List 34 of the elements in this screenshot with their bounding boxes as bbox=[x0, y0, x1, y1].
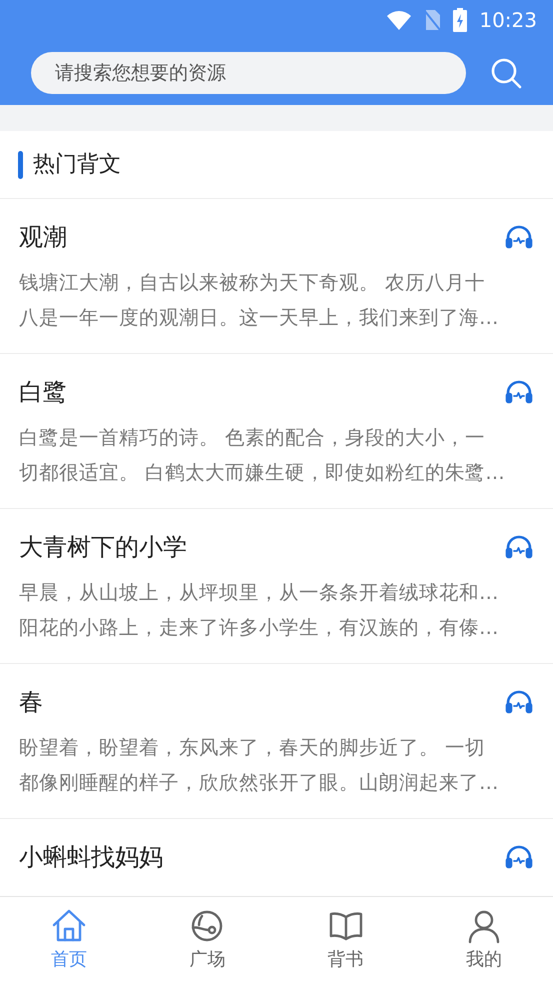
headphones-icon[interactable] bbox=[505, 535, 533, 559]
article-title: 大青树下的小学 bbox=[19, 532, 187, 563]
article-title: 小蝌蚪找妈妈 bbox=[19, 842, 163, 873]
article-title: 观潮 bbox=[19, 222, 67, 253]
article-card[interactable]: 大青树下的小学 早晨，从山坡上，从坪坝里，从一条条开着绒球花和… 阳花的小路上，走来了许多小学生，有汉族的，有傣… bbox=[0, 509, 553, 664]
headphones-icon[interactable] bbox=[505, 690, 533, 714]
battery-icon bbox=[453, 8, 468, 32]
status-time: 10:23 bbox=[479, 7, 537, 34]
article-card[interactable]: 白鹭 白鹭是一首精巧的诗。 色素的配合，身段的大小，一 切都很适宜。 白鹤太大而嫌生硬，即使如粉红的朱鹭… bbox=[0, 354, 553, 509]
nav-tab[interactable]: 广场 bbox=[138, 897, 276, 983]
search-field[interactable]: 请搜索您想要的资源 bbox=[31, 52, 466, 94]
home-icon bbox=[51, 908, 88, 944]
article-excerpt: 切都很适宜。 白鹤太大而嫌生硬，即使如粉红的朱鹭… bbox=[19, 460, 506, 486]
article-excerpt: 八是一年一度的观潮日。这一天早上，我们来到了海… bbox=[19, 305, 500, 331]
article-title: 春 bbox=[19, 687, 43, 718]
headphones-icon[interactable] bbox=[505, 225, 533, 249]
nav-tab[interactable]: 我的 bbox=[414, 897, 553, 983]
article-excerpt: 都像刚睡醒的样子，欣欣然张开了眼。山朗润起来了… bbox=[19, 770, 500, 796]
article-card[interactable]: 观潮 钱塘江大潮，自古以来被称为天下奇观。 农历八月十 八是一年一度的观潮日。这一天早上，我们来到了海… bbox=[0, 199, 553, 354]
article-excerpt: 钱塘江大潮，自古以来被称为天下奇观。 农历八月十 bbox=[19, 270, 486, 296]
section-marker bbox=[18, 150, 23, 178]
wifi-icon bbox=[387, 10, 412, 30]
no-sim-icon bbox=[423, 9, 442, 31]
headphones-icon[interactable] bbox=[505, 380, 533, 404]
article-excerpt: 白鹭是一首精巧的诗。 色素的配合，身段的大小，一 bbox=[19, 425, 486, 451]
nav-tab[interactable]: 背书 bbox=[276, 897, 415, 983]
article-excerpt: 早晨，从山坡上，从坪坝里，从一条条开着绒球花和… bbox=[19, 580, 500, 606]
article-excerpt: 阳花的小路上，走来了许多小学生，有汉族的，有傣… bbox=[19, 615, 500, 641]
article-excerpt: 盼望着，盼望着，东风来了，春天的脚步近了。 一切 bbox=[19, 735, 486, 761]
headphones-icon[interactable] bbox=[505, 845, 533, 869]
section-title: 热门背文 bbox=[33, 151, 121, 179]
search-icon[interactable] bbox=[490, 56, 522, 88]
article-title: 白鹭 bbox=[19, 377, 67, 408]
article-card[interactable]: 春 盼望着，盼望着，东风来了，春天的脚步近了。 一切 都像刚睡醒的样子，欣欣然张开了眼。山朗润起来了… bbox=[0, 664, 553, 819]
